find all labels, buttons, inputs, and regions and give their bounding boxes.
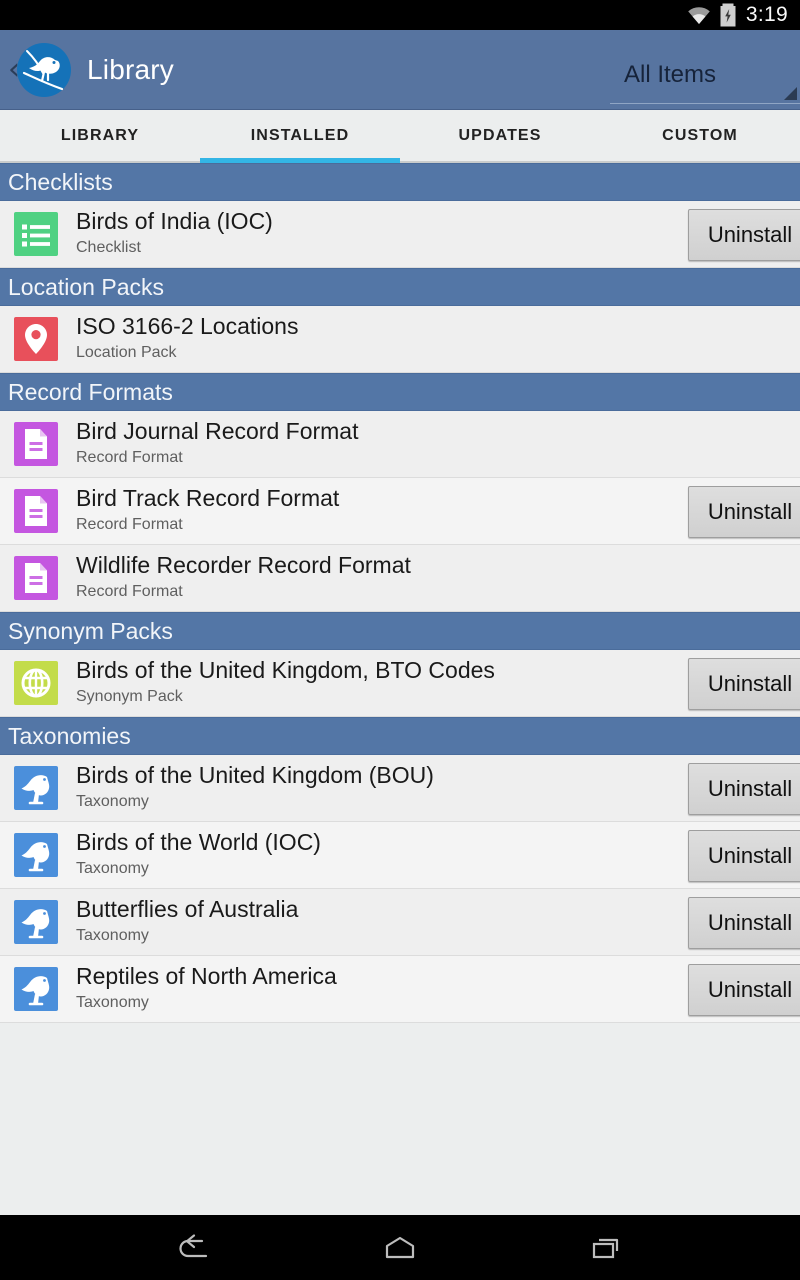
uninstall-button[interactable]: Uninstall bbox=[688, 209, 800, 261]
section-header: Location Packs bbox=[0, 268, 800, 306]
tab-label: INSTALLED bbox=[250, 126, 350, 144]
wifi-icon bbox=[686, 5, 712, 25]
list-item[interactable]: ISO 3166-2 Locations Location Pack bbox=[0, 306, 800, 373]
dropdown-caret-icon bbox=[784, 87, 797, 100]
section-title: Checklists bbox=[8, 168, 113, 195]
list-item[interactable]: Birds of India (IOC) Checklist Uninstall bbox=[0, 201, 800, 268]
list-item-title: Bird Journal Record Format bbox=[76, 418, 359, 445]
section-title: Taxonomies bbox=[8, 722, 131, 749]
section-title: Location Packs bbox=[8, 273, 164, 300]
globe-icon bbox=[14, 661, 58, 705]
bird-icon bbox=[14, 900, 58, 944]
tab-label: UPDATES bbox=[458, 126, 542, 144]
action-bar: ‹ Library All Items bbox=[0, 30, 800, 110]
tab-updates[interactable]: UPDATES bbox=[400, 110, 600, 161]
list-item-title: ISO 3166-2 Locations bbox=[76, 313, 299, 340]
uninstall-button[interactable]: Uninstall bbox=[688, 486, 800, 538]
list-item[interactable]: Wildlife Recorder Record Format Record Fo… bbox=[0, 545, 800, 612]
section-header: Taxonomies bbox=[0, 717, 800, 755]
all-items-spinner[interactable]: All Items bbox=[610, 46, 800, 104]
uninstall-button[interactable]: Uninstall bbox=[688, 658, 800, 710]
uninstall-button[interactable]: Uninstall bbox=[688, 763, 800, 815]
uninstall-button-label: Uninstall bbox=[707, 499, 793, 524]
document-icon bbox=[14, 422, 58, 466]
list-item-text: Bird Journal Record Format Record Format bbox=[76, 418, 800, 469]
tab-library[interactable]: LIBRARY bbox=[0, 110, 200, 161]
list-item-text: ISO 3166-2 Locations Location Pack bbox=[76, 313, 800, 364]
status-bar-clock: 3:19 bbox=[745, 3, 788, 26]
uninstall-button[interactable]: Uninstall bbox=[688, 897, 800, 949]
home-icon[interactable] bbox=[372, 1225, 428, 1271]
tab-installed[interactable]: INSTALLED bbox=[200, 110, 400, 163]
tab-label: LIBRARY bbox=[60, 126, 140, 144]
section-header: Synonym Packs bbox=[0, 612, 800, 650]
document-icon bbox=[14, 556, 58, 600]
list-item[interactable]: Butterflies of Australia Taxonomy Uninstal… bbox=[0, 889, 800, 956]
section-header: Checklists bbox=[0, 163, 800, 201]
section-title: Synonym Packs bbox=[8, 617, 173, 644]
tab-bar: LIBRARY INSTALLED UPDATES CUSTOM bbox=[0, 110, 800, 163]
document-icon bbox=[14, 489, 58, 533]
system-navigation-bar bbox=[0, 1215, 800, 1280]
list-item-subtitle: Record Format bbox=[76, 582, 183, 600]
uninstall-button-label: Uninstall bbox=[707, 671, 793, 696]
bird-icon bbox=[14, 833, 58, 877]
list-item-subtitle: Location Pack bbox=[76, 343, 177, 361]
list-item-title: Wildlife Recorder Record Format bbox=[76, 552, 411, 579]
installed-items-list: Checklists Birds of India (IOC) Checklist U… bbox=[0, 163, 800, 1215]
bird-icon bbox=[14, 766, 58, 810]
uninstall-button-label: Uninstall bbox=[707, 843, 793, 868]
list-item-subtitle: Record Format bbox=[76, 448, 183, 466]
page-title: Library bbox=[87, 53, 174, 85]
list-item[interactable]: Birds of the United Kingdom, BTO Codes Sy… bbox=[0, 650, 800, 717]
uninstall-button[interactable]: Uninstall bbox=[688, 964, 800, 1016]
map-pin-icon bbox=[14, 317, 58, 361]
bird-logo-icon[interactable] bbox=[15, 41, 73, 99]
section-title: Record Formats bbox=[8, 378, 173, 405]
list-item[interactable]: Reptiles of North America Taxonomy Uninsta… bbox=[0, 956, 800, 1023]
uninstall-button-label: Uninstall bbox=[707, 977, 793, 1002]
list-item[interactable]: Birds of the United Kingdom (BOU) Taxonom… bbox=[0, 755, 800, 822]
back-icon[interactable] bbox=[166, 1225, 222, 1271]
list-item-text: Wildlife Recorder Record Format Record Fo… bbox=[76, 552, 800, 603]
uninstall-button[interactable]: Uninstall bbox=[688, 830, 800, 882]
checklist-icon bbox=[14, 212, 58, 256]
recents-icon[interactable] bbox=[578, 1225, 634, 1271]
section-header: Record Formats bbox=[0, 373, 800, 411]
tab-label: CUSTOM bbox=[662, 126, 738, 144]
uninstall-button-label: Uninstall bbox=[707, 222, 793, 247]
uninstall-button-label: Uninstall bbox=[707, 776, 793, 801]
status-bar: 3:19 bbox=[0, 0, 800, 30]
list-item[interactable]: Bird Journal Record Format Record Format bbox=[0, 411, 800, 478]
battery-charging-icon bbox=[720, 3, 736, 27]
uninstall-button-label: Uninstall bbox=[707, 910, 793, 935]
spinner-selected-value: All Items bbox=[624, 60, 717, 88]
device-screen: 3:19 ‹ Library All Items LIBRARY INSTALLE… bbox=[0, 0, 800, 1280]
list-item[interactable]: Bird Track Record Format Record Format Uni… bbox=[0, 478, 800, 545]
list-item[interactable]: Birds of the World (IOC) Taxonomy Uninstal… bbox=[0, 822, 800, 889]
tab-custom[interactable]: CUSTOM bbox=[600, 110, 800, 161]
bird-icon bbox=[14, 967, 58, 1011]
